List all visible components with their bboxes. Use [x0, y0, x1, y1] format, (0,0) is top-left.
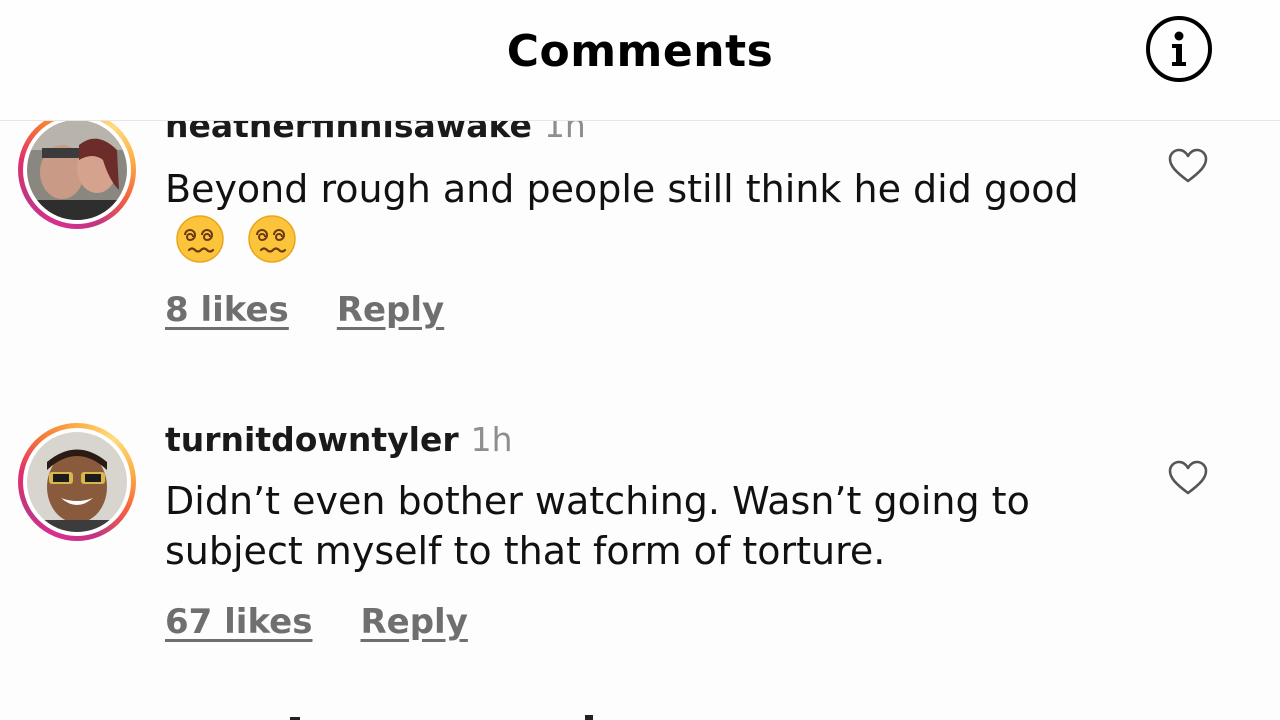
comment-header: turnitdowntyler 1h [165, 420, 513, 459]
likes-count-link[interactable]: 67 likes [165, 602, 312, 642]
header-bar: Comments [0, 0, 1280, 121]
username-link[interactable]: turnitdowntyler [165, 420, 459, 459]
page-title: Comments [506, 26, 774, 77]
next-comment-peek [165, 708, 665, 720]
comments-screen: heatherfinnisawake 1h Beyond rough and pe… [0, 0, 1280, 720]
timestamp: 1h [470, 420, 513, 459]
comment-actions: 67 likes Reply [165, 602, 468, 642]
avatar-photo [27, 432, 127, 532]
info-circle-icon[interactable] [1146, 16, 1212, 82]
avatar[interactable] [18, 423, 136, 541]
comment-body: Didn’t even bother watching. Wasn’t goin… [165, 479, 1030, 573]
reply-button[interactable]: Reply [360, 602, 467, 642]
comment-text: Didn’t even bother watching. Wasn’t goin… [165, 476, 1125, 576]
heart-outline-icon[interactable] [1168, 460, 1208, 496]
